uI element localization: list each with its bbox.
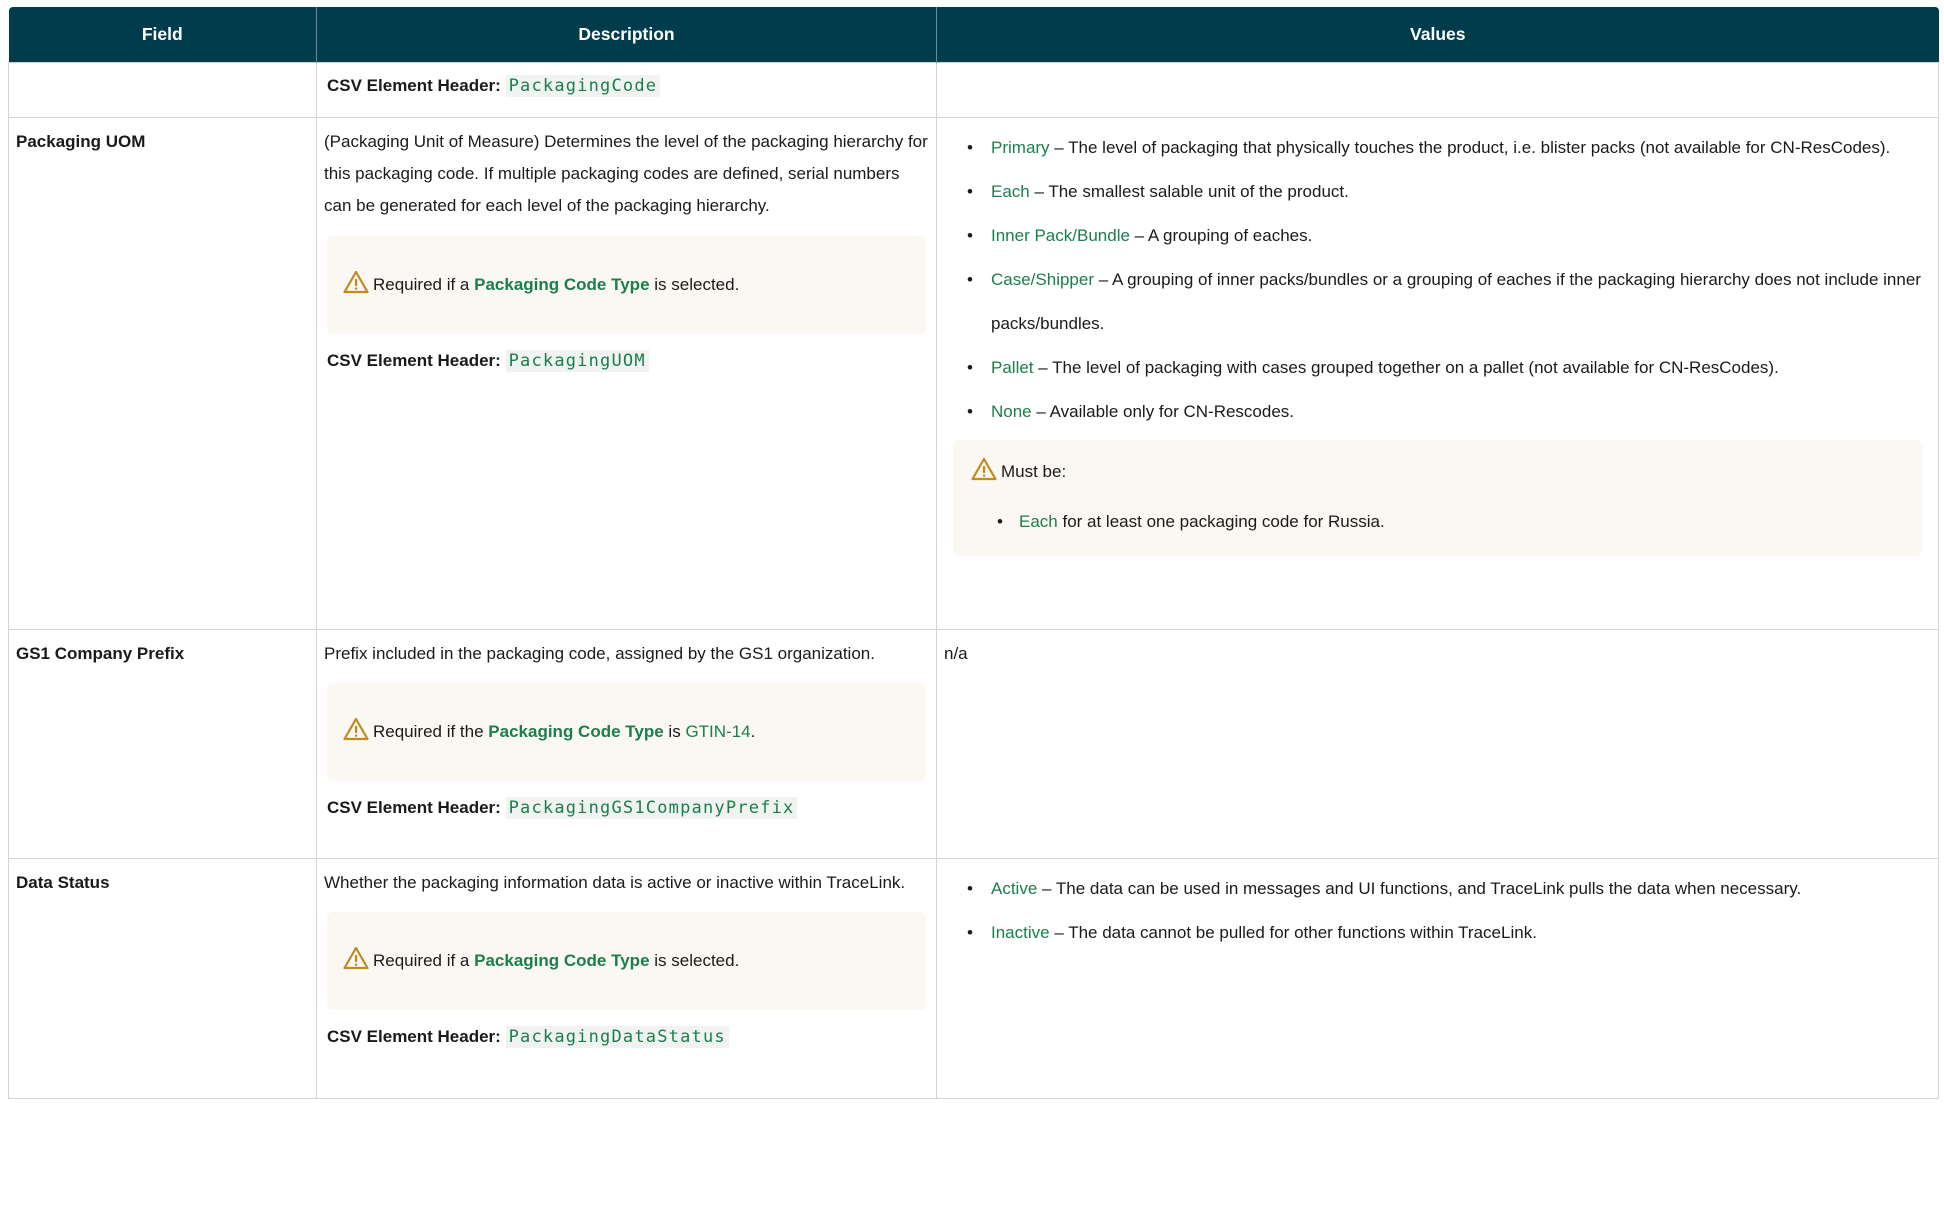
value-term: None — [991, 402, 1032, 421]
callout-text: Required if a Packaging Code Type is sel… — [373, 275, 739, 295]
list-item: Inactive – The data cannot be pulled for… — [937, 911, 1938, 955]
field-cell: Data Status — [8, 858, 317, 1099]
values-list: Primary – The level of packaging that ph… — [937, 126, 1938, 434]
field-cell — [8, 62, 317, 118]
table-header-row: Field Description Values — [8, 7, 1939, 63]
warning-icon — [971, 457, 997, 481]
value-text: – The level of packaging that physically… — [1049, 138, 1891, 157]
value-text: – The smallest salable unit of the produ… — [1029, 182, 1349, 201]
value-term: Pallet — [991, 358, 1034, 377]
list-item: Each for at least one packaging code for… — [971, 500, 1904, 544]
csv-element-header: CSV Element Header: PackagingUOM — [317, 344, 936, 378]
field-description: (Packaging Unit of Measure) Determines t… — [324, 132, 928, 215]
warning-icon — [343, 270, 369, 294]
column-header-description: Description — [316, 7, 937, 63]
column-header-field: Field — [8, 7, 317, 63]
csv-value: PackagingDataStatus — [505, 1026, 729, 1048]
warning-callout: Required if the Packaging Code Type is G… — [327, 683, 926, 781]
values-list: Active – The data can be used in message… — [937, 867, 1938, 955]
document-page: Field Description Values CSV Element Hea… — [0, 0, 1944, 1216]
field-name — [9, 63, 316, 69]
field-cell: Packaging UOM — [8, 117, 317, 630]
callout-text-pre: Required if a — [373, 275, 475, 294]
field-reference-table: Field Description Values CSV Element Hea… — [8, 7, 1939, 1099]
callout-text: Required if the Packaging Code Type is G… — [373, 722, 755, 742]
callout-text-post: is selected. — [649, 275, 740, 294]
value-text: – The level of packaging with cases grou… — [1033, 358, 1779, 377]
packaging-code-type-link[interactable]: Packaging Code Type — [488, 722, 663, 741]
value-text: – The data cannot be pulled for other fu… — [1049, 923, 1537, 942]
callout-head: Must be: — [971, 457, 1904, 484]
warning-callout: Required if a Packaging Code Type is sel… — [327, 236, 926, 334]
csv-label: CSV Element Header: — [327, 351, 501, 370]
packaging-code-type-link[interactable]: Packaging Code Type — [474, 951, 649, 970]
field-cell: GS1 Company Prefix — [8, 629, 317, 859]
warning-icon — [343, 946, 369, 970]
value-term: Primary — [991, 138, 1050, 157]
csv-label: CSV Element Header: — [327, 798, 501, 817]
csv-element-header: CSV Element Header: PackagingDataStatus — [317, 1020, 936, 1054]
column-header-values: Values — [936, 7, 1939, 63]
value-text: – Available only for CN-Rescodes. — [1031, 402, 1295, 421]
value-text: – A grouping of inner packs/bundles or a… — [991, 270, 1921, 333]
value-text: – A grouping of eaches. — [1129, 226, 1313, 245]
list-item: Pallet – The level of packaging with cas… — [937, 346, 1938, 390]
description-cell: Whether the packaging information data i… — [316, 858, 937, 1099]
value-term: Inner Pack/Bundle — [991, 226, 1130, 245]
list-item: Active – The data can be used in message… — [937, 867, 1938, 911]
warning-callout: Required if a Packaging Code Type is sel… — [327, 912, 926, 1010]
values-cell — [936, 62, 1939, 118]
callout-value: GTIN-14 — [685, 722, 751, 741]
callout-text-pre: Required if a — [373, 951, 475, 970]
field-description: Whether the packaging information data i… — [324, 873, 906, 892]
value-term: Each — [1019, 512, 1058, 531]
packaging-code-type-link[interactable]: Packaging Code Type — [474, 275, 649, 294]
list-item: Each – The smallest salable unit of the … — [937, 170, 1938, 214]
callout-text-pre: Required if the — [373, 722, 489, 741]
callout-head-text: Must be: — [1001, 462, 1067, 481]
field-description: Prefix included in the packaging code, a… — [324, 644, 875, 663]
field-name: GS1 Company Prefix — [16, 644, 185, 663]
value-text: for at least one packaging code for Russ… — [1057, 512, 1385, 531]
list-item: Case/Shipper – A grouping of inner packs… — [937, 258, 1938, 346]
csv-element-header: CSV Element Header: PackagingCode — [317, 63, 936, 103]
field-name: Packaging UOM — [16, 132, 146, 151]
values-cell: n/a — [936, 629, 1939, 859]
csv-label: CSV Element Header: — [327, 1027, 501, 1046]
list-item: Inner Pack/Bundle – A grouping of eaches… — [937, 214, 1938, 258]
value-text: – The data can be used in messages and U… — [1037, 879, 1802, 898]
value-term: Each — [991, 182, 1030, 201]
description-cell: Prefix included in the packaging code, a… — [316, 629, 937, 859]
table-row-gs1-company-prefix: GS1 Company Prefix Prefix included in th… — [8, 629, 1939, 859]
callout-text-post: is selected. — [649, 951, 740, 970]
callout-text-post: . — [750, 722, 756, 741]
csv-value: PackagingGS1CompanyPrefix — [505, 797, 798, 819]
description-cell: CSV Element Header: PackagingCode — [316, 62, 937, 118]
list-item: None – Available only for CN-Rescodes. — [937, 390, 1938, 434]
value-term: Inactive — [991, 923, 1050, 942]
values-text: n/a — [944, 644, 968, 663]
csv-value: PackagingUOM — [505, 350, 649, 372]
callout-list: Each for at least one packaging code for… — [971, 500, 1904, 544]
values-cell: Primary – The level of packaging that ph… — [936, 117, 1939, 630]
callout-text-mid: is — [663, 722, 686, 741]
table-row-packaging-uom: Packaging UOM (Packaging Unit of Measure… — [8, 117, 1939, 630]
must-be-callout: Must be: Each for at least one packaging… — [953, 440, 1922, 556]
csv-label: CSV Element Header: — [327, 76, 501, 95]
value-term: Active — [991, 879, 1038, 898]
values-cell: Active – The data can be used in message… — [936, 858, 1939, 1099]
table-row-data-status: Data Status Whether the packaging inform… — [8, 858, 1939, 1099]
field-name: Data Status — [16, 873, 110, 892]
table-row-packaging-code: CSV Element Header: PackagingCode — [8, 62, 1939, 118]
value-term: Case/Shipper — [991, 270, 1095, 289]
csv-element-header: CSV Element Header: PackagingGS1CompanyP… — [317, 791, 936, 825]
list-item: Primary – The level of packaging that ph… — [937, 126, 1938, 170]
callout-text: Required if a Packaging Code Type is sel… — [373, 951, 739, 971]
warning-icon — [343, 717, 369, 741]
description-cell: (Packaging Unit of Measure) Determines t… — [316, 117, 937, 630]
csv-value: PackagingCode — [505, 75, 661, 97]
